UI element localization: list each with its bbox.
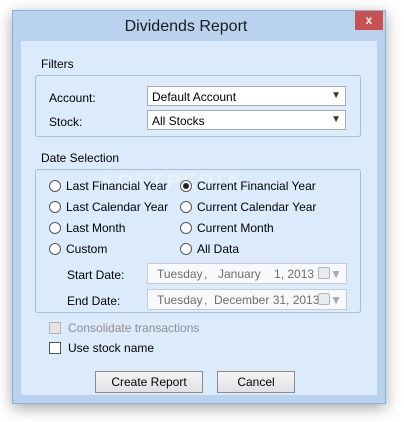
radio-label: Last Month — [66, 221, 126, 235]
window-title: Dividends Report — [124, 18, 248, 35]
start-date-picker[interactable]: Tuesday , January 1, 2013 ▼ — [147, 263, 347, 284]
dividends-report-dialog: Dividends Report x SOFTPEDIA Filters Acc… — [12, 10, 386, 404]
filters-group-label: Filters — [41, 57, 74, 71]
create-report-button[interactable]: Create Report — [95, 371, 203, 393]
stock-select[interactable]: All Stocks ▼ — [147, 110, 346, 130]
radio-button[interactable] — [180, 222, 192, 234]
stock-select-value: All Stocks — [152, 114, 205, 128]
date-selection-group-label: Date Selection — [41, 151, 120, 165]
cancel-button[interactable]: Cancel — [217, 371, 295, 393]
account-select[interactable]: Default Account ▼ — [147, 86, 346, 106]
use-stock-name-checkbox[interactable] — [49, 342, 61, 354]
radio-button[interactable] — [49, 243, 61, 255]
start-date-value: January 1, 2013 — [218, 267, 315, 281]
radio-button[interactable] — [49, 201, 61, 213]
radio-label: Current Financial Year — [197, 179, 316, 193]
use-stock-name-label[interactable]: Use stock name — [68, 341, 154, 355]
consolidate-checkbox — [49, 322, 61, 334]
close-button[interactable]: x — [355, 11, 383, 30]
end-date-label: End Date: — [67, 294, 121, 308]
account-label: Account: — [49, 91, 96, 105]
end-date-picker[interactable]: Tuesday , December 31, 2013 ▼ — [147, 289, 347, 310]
stock-label: Stock: — [49, 115, 83, 129]
radio-label: Last Financial Year — [66, 179, 168, 193]
date-separator: , — [204, 267, 208, 281]
date-separator: , — [204, 293, 208, 307]
radio-button[interactable] — [180, 201, 192, 213]
chevron-down-icon: ▼ — [331, 114, 341, 125]
radio-label: Custom — [66, 242, 108, 256]
start-date-label: Start Date: — [67, 268, 125, 282]
start-date-weekday: Tuesday — [157, 267, 203, 281]
end-date-weekday: Tuesday — [157, 293, 203, 307]
radio-button[interactable] — [180, 243, 192, 255]
radio-label: Current Month — [197, 221, 274, 235]
radio-label: Last Calendar Year — [66, 200, 169, 214]
title-bar[interactable]: Dividends Report x — [13, 11, 385, 41]
calendar-icon — [318, 267, 330, 279]
radio-button[interactable] — [49, 180, 61, 192]
dialog-body: SOFTPEDIA Filters Account: Default Accou… — [21, 41, 377, 395]
radio-button[interactable] — [49, 222, 61, 234]
chevron-down-icon: ▼ — [330, 267, 342, 281]
radio-button-selected[interactable] — [180, 180, 192, 192]
consolidate-label: Consolidate transactions — [68, 321, 200, 335]
chevron-down-icon: ▼ — [330, 293, 342, 307]
end-date-value: December 31, 2013 — [214, 293, 320, 307]
calendar-icon — [318, 293, 330, 305]
radio-label: Current Calendar Year — [197, 200, 317, 214]
radio-label: All Data — [197, 242, 240, 256]
chevron-down-icon: ▼ — [331, 90, 341, 101]
account-select-value: Default Account — [152, 90, 237, 104]
